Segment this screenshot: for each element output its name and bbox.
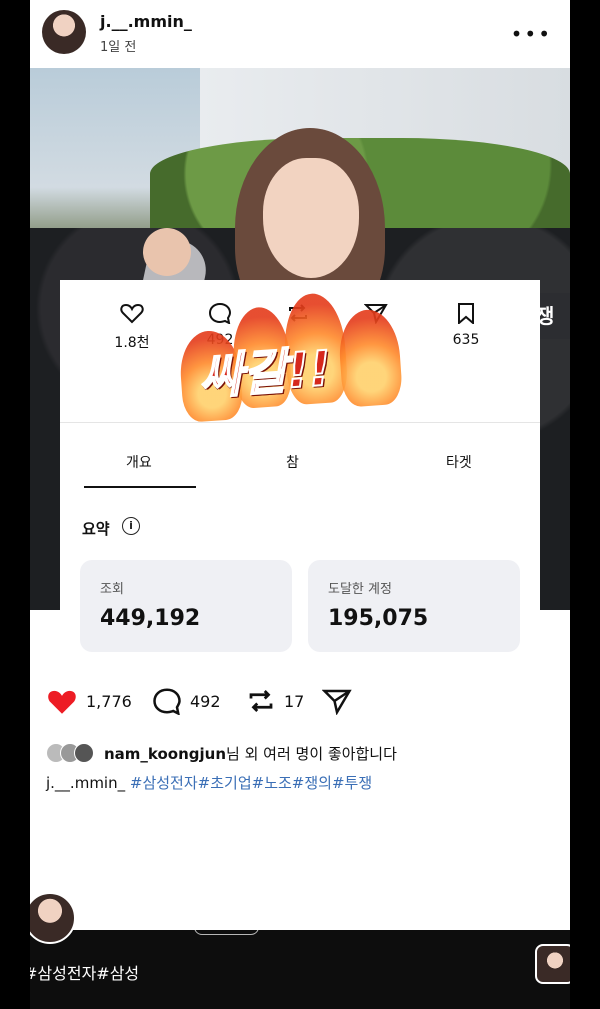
reel-repost-button[interactable]: 18 <box>530 712 570 764</box>
summary-label: 요약 <box>82 520 110 538</box>
heart-icon <box>543 615 570 643</box>
repost-icon <box>547 715 570 741</box>
post-header: j.__.mmin_ 1일 전 ••• <box>30 0 570 66</box>
repost-count: 17 <box>284 691 305 711</box>
reach-value: 195,075 <box>328 606 429 631</box>
tab-engagement[interactable]: 참 <box>286 452 299 472</box>
share-icon <box>322 689 352 715</box>
share-icon <box>543 825 570 854</box>
stat-value: 1.8천 <box>114 335 150 351</box>
avatar[interactable] <box>30 892 76 944</box>
liker-avatar <box>74 743 94 763</box>
more-dots-icon[interactable]: ••• <box>511 22 552 46</box>
avatar[interactable] <box>42 10 86 54</box>
follow-button[interactable]: 팔로우 <box>194 901 260 935</box>
stat-value: 635 <box>452 332 480 348</box>
reel-caption[interactable]: #삼성전자#삼성 <box>30 960 139 984</box>
reel-like-label: 좋아요 <box>543 652 570 666</box>
comment-button[interactable]: 492 <box>152 688 221 715</box>
tab-overview[interactable]: 개요 <box>126 452 152 472</box>
comment-icon <box>153 688 181 715</box>
caption-hashtags[interactable]: #삼성전자#초기업#노조#쟁의#투쟁 <box>130 774 372 792</box>
share-button[interactable] <box>322 688 352 715</box>
heart-icon <box>120 303 144 324</box>
reel-like-button[interactable]: 좋아요 <box>530 612 570 667</box>
stat-likes: 1.8천 <box>92 302 172 352</box>
heart-filled-icon <box>48 690 76 714</box>
views-value: 449,192 <box>100 606 201 631</box>
post-caption: j.__.mmin_ #삼성전자#초기업#노조#쟁의#투쟁 <box>46 772 372 793</box>
caption-username[interactable]: j.__.mmin_ <box>46 774 125 792</box>
sticker-text: 싸갈!! <box>196 340 334 407</box>
views-card: 조회 449,192 <box>80 560 292 652</box>
post-card: j.__.mmin_ 1일 전 ••• 투쟁 <box>30 0 570 930</box>
reel-owner-username[interactable]: j.__.mmin_ <box>92 909 176 928</box>
reel-frame: j.__.mmin_ 1일 전 ••• 투쟁 <box>30 0 570 1009</box>
reel-share-button[interactable] <box>530 822 570 860</box>
reach-card: 도달한 계정 195,075 <box>308 560 520 652</box>
comment-count: 492 <box>190 691 221 711</box>
reel-owner: j.__.mmin_ 팔로우 <box>30 892 260 944</box>
post-username[interactable]: j.__.mmin_ <box>100 12 192 31</box>
reel-more-icon[interactable]: ••• <box>530 888 570 907</box>
repost-button[interactable]: 17 <box>246 688 304 714</box>
likes-text: 님 외 여러 명이 좋아합니다 <box>226 744 397 763</box>
views-label: 조회 <box>100 582 124 597</box>
post-actions: 1,776 492 17 <box>30 676 570 726</box>
like-count: 1,776 <box>86 691 132 711</box>
save-icon <box>458 303 474 324</box>
like-button[interactable]: 1,776 <box>46 688 132 714</box>
reach-label: 도달한 계정 <box>328 582 392 597</box>
post-timestamp: 1일 전 <box>100 40 137 55</box>
flame-sticker-icon: 싸갈!! <box>175 277 415 443</box>
reel-repost-count: 18 <box>552 750 568 764</box>
tab-underline <box>84 486 196 488</box>
tab-target[interactable]: 타겟 <box>446 452 472 472</box>
repost-icon <box>249 690 273 712</box>
info-icon[interactable]: i <box>122 517 140 535</box>
audio-thumbnail[interactable] <box>535 944 570 984</box>
likes-summary[interactable]: nam_koongjun님 외 여러 명이 좋아합니다 <box>46 742 397 764</box>
stat-saves: 635 <box>426 302 506 348</box>
liker-username[interactable]: nam_koongjun <box>104 745 226 763</box>
